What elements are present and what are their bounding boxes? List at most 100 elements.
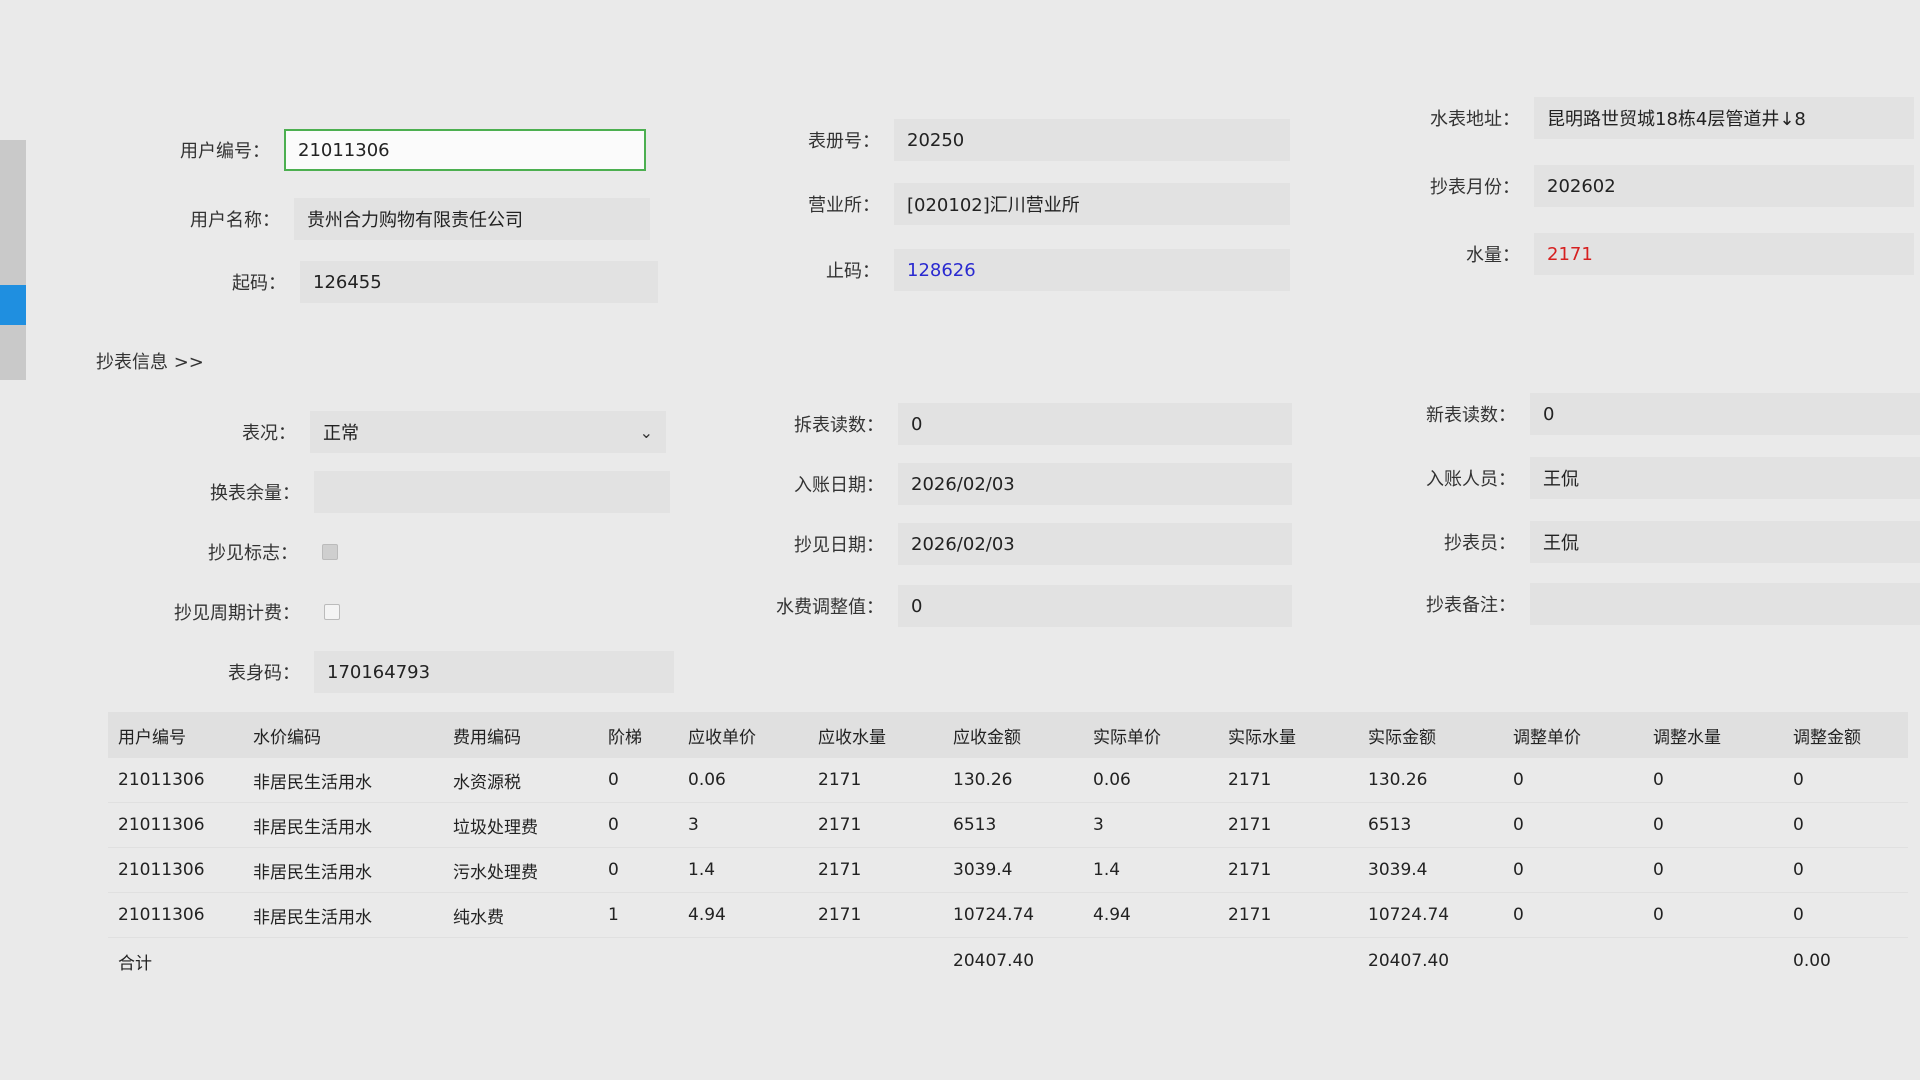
table-cell: 2171: [818, 905, 862, 925]
table-cell: 1: [608, 905, 619, 925]
reader-value: 王侃: [1530, 521, 1920, 563]
table-cell: 3039.4: [1368, 860, 1428, 880]
book-no-field: 表册号： 20250: [760, 118, 1290, 162]
table-header-cell: 调整水量: [1653, 727, 1721, 748]
chevron-down-icon: ⌄: [639, 422, 653, 442]
table-header-cell: 调整金额: [1793, 727, 1861, 748]
table-cell: 0.06: [1093, 770, 1131, 790]
reader-label: 抄表员：: [1444, 533, 1516, 554]
seen-date-label: 抄见日期：: [794, 535, 884, 556]
meter-body-code-field: 表身码： 170164793: [150, 650, 674, 694]
table-row[interactable]: 21011306 非居民生活用水 垃圾处理费 0 3 2171 6513 3 2171 6513 0…: [108, 803, 1908, 848]
read-month-label: 抄表月份：: [1430, 177, 1520, 198]
meter-status-select[interactable]: 正常 ⌄: [310, 411, 666, 453]
post-date-label: 入账日期：: [794, 475, 884, 496]
table-header-cell: 调整单价: [1513, 727, 1581, 748]
table-cell: 21011306: [118, 770, 205, 790]
table-cell: 0: [1513, 770, 1524, 790]
left-sidebar-strip: [0, 140, 26, 380]
read-month-field: 抄表月份： 202602: [1370, 164, 1914, 208]
post-date-field: 入账日期： 2026/02/03: [760, 462, 1292, 506]
table-row[interactable]: 21011306 非居民生活用水 纯水费 1 4.94 2171 10724.74 4.94 2…: [108, 893, 1908, 938]
read-month-value: 202602: [1534, 165, 1914, 207]
table-cell: 垃圾处理费: [453, 817, 538, 838]
table-header-cell: 阶梯: [608, 727, 642, 748]
table-cell: 0: [1653, 770, 1664, 790]
total-receivable-amount: 20407.40: [953, 951, 1035, 971]
table-cell: 3: [688, 815, 699, 835]
office-label: 营业所：: [808, 195, 880, 216]
table-cell: 0: [1653, 905, 1664, 925]
water-qty-label: 水量：: [1466, 245, 1520, 266]
table-cell: 3: [1093, 815, 1104, 835]
office-value: [020102]汇川营业所: [894, 183, 1290, 225]
swap-remain-input[interactable]: [314, 471, 670, 513]
reading-section-title[interactable]: 抄表信息 >>: [96, 348, 204, 374]
table-cell: 0: [1793, 905, 1804, 925]
post-person-value: 王侃: [1530, 457, 1920, 499]
table-cell: 1.4: [1093, 860, 1121, 880]
table-cell: 非居民生活用水: [253, 862, 372, 883]
table-cell: 21011306: [118, 905, 205, 925]
fee-adjust-label: 水费调整值：: [776, 597, 884, 618]
table-header-cell: 应收金额: [953, 727, 1021, 748]
meter-status-field: 表况： 正常 ⌄: [150, 410, 666, 454]
table-cell: 非居民生活用水: [253, 817, 372, 838]
user-name-field: 用户名称： 贵州合力购物有限责任公司: [150, 197, 650, 241]
table-cell: 0: [1793, 815, 1804, 835]
table-header-cell: 用户编号: [118, 727, 186, 748]
table-cell: 2171: [1228, 770, 1272, 790]
table-header-cell: 实际金额: [1368, 727, 1436, 748]
fee-adjust-field: 水费调整值： 0: [760, 584, 1292, 628]
table-header-cell: 费用编码: [453, 727, 521, 748]
table-cell: 0: [1653, 860, 1664, 880]
new-reading-field: 新表读数： 0: [1370, 392, 1920, 436]
table-cell: 0: [1793, 770, 1804, 790]
table-cell: 6513: [1368, 815, 1412, 835]
table-cell: 4.94: [688, 905, 726, 925]
table-row[interactable]: 21011306 非居民生活用水 水资源税 0 0.06 2171 130.26 0.06 21…: [108, 758, 1908, 803]
seen-flag-checkbox[interactable]: [322, 544, 338, 560]
table-cell: 2171: [1228, 815, 1272, 835]
table-total-row: 合计 20407.40 20407.40 0.00: [108, 938, 1908, 984]
table-header-row: 用户编号 水价编码 费用编码 阶梯 应收单价 应收水量 应收金额 实际单价 实际…: [108, 712, 1908, 758]
removed-reading-label: 拆表读数：: [794, 415, 884, 436]
end-code-field: 止码： 128626: [760, 248, 1290, 292]
table-cell: 21011306: [118, 815, 205, 835]
user-no-field: 用户编号： 21011306: [150, 128, 646, 172]
table-cell: 0: [608, 860, 619, 880]
table-cell: 水资源税: [453, 772, 521, 793]
book-no-label: 表册号：: [808, 131, 880, 152]
table-row[interactable]: 21011306 非居民生活用水 污水处理费 0 1.4 2171 3039.4 1.4 217…: [108, 848, 1908, 893]
table-cell: 130.26: [1368, 770, 1428, 790]
table-cell: 纯水费: [453, 907, 504, 928]
seen-cycle-checkbox[interactable]: [324, 604, 340, 620]
table-cell: 污水处理费: [453, 862, 538, 883]
total-adjust-amount: 0.00: [1793, 951, 1831, 971]
meter-status-label: 表况：: [242, 423, 296, 444]
user-name-value: 贵州合力购物有限责任公司: [294, 198, 650, 240]
table-cell: 21011306: [118, 860, 205, 880]
remark-input[interactable]: [1530, 583, 1920, 625]
table-cell: 2171: [1228, 860, 1272, 880]
table-cell: 2171: [1228, 905, 1272, 925]
seen-flag-field: 抄见标志：: [150, 530, 338, 574]
meter-address-label: 水表地址：: [1430, 109, 1520, 130]
swap-remain-field: 换表余量：: [150, 470, 670, 514]
table-header-cell: 水价编码: [253, 727, 321, 748]
new-reading-value: 0: [1530, 393, 1920, 435]
table-cell: 0.06: [688, 770, 726, 790]
fee-adjust-value: 0: [898, 585, 1292, 627]
table-cell: 非居民生活用水: [253, 907, 372, 928]
start-code-value: 126455: [300, 261, 658, 303]
meter-address-field: 水表地址： 昆明路世贸城18栋4层管道井↓8: [1370, 96, 1914, 140]
table-cell: 3039.4: [953, 860, 1013, 880]
table-header-cell: 应收水量: [818, 727, 886, 748]
table-cell: 2171: [818, 860, 862, 880]
user-no-input[interactable]: 21011306: [284, 129, 646, 171]
table-cell: 10724.74: [953, 905, 1035, 925]
table-cell: 0: [1513, 860, 1524, 880]
new-reading-label: 新表读数：: [1426, 405, 1516, 426]
removed-reading-field: 拆表读数： 0: [760, 402, 1292, 446]
office-field: 营业所： [020102]汇川营业所: [760, 182, 1290, 226]
